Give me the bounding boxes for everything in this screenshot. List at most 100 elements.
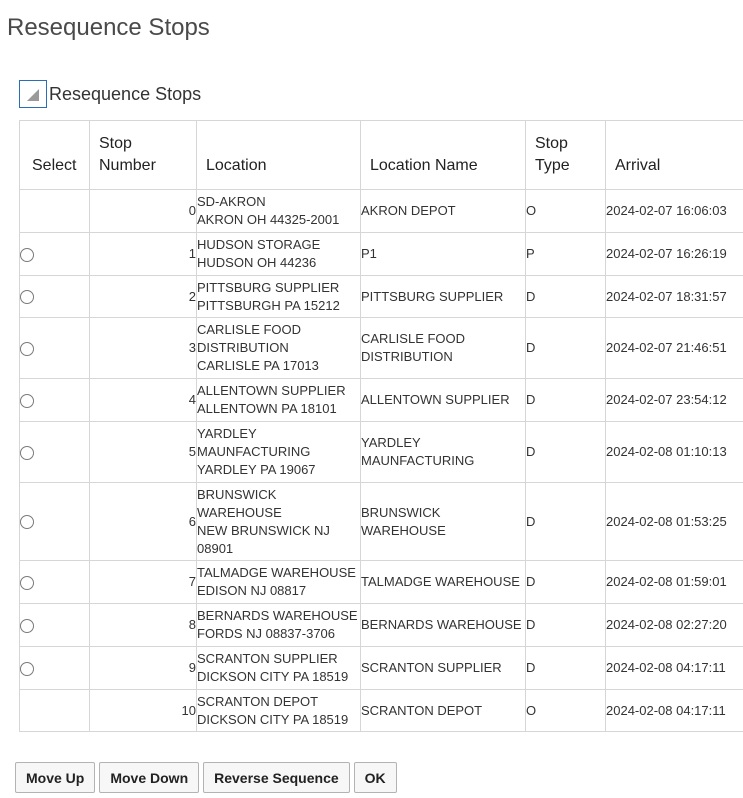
- move-up-button[interactable]: Move Up: [15, 762, 96, 793]
- table-row: 1 HUDSON STORAGE HUDSON OH 44236 P1 P 2024-02…: [19, 232, 743, 276]
- stop-type-cell: O: [525, 189, 606, 233]
- stop-select-radio[interactable]: [20, 618, 34, 633]
- stop-select-radio[interactable]: [20, 341, 34, 356]
- stop-type-cell: D: [525, 421, 606, 483]
- select-cell: [19, 378, 90, 422]
- location-name-cell: AKRON DEPOT: [360, 189, 526, 233]
- location-line: HUDSON OH 44236: [197, 255, 317, 270]
- select-cell: [19, 189, 90, 233]
- location-name-cell: TALMADGE WAREHOUSE: [360, 560, 526, 604]
- header-stop-type: Stop Type: [525, 120, 606, 190]
- stop-select-radio[interactable]: [20, 393, 34, 408]
- table-row: 0 SD-AKRON AKRON OH 44325-2001 AKRON DEPOT O…: [19, 189, 743, 233]
- arrival-cell: 2024-02-07 23:54:12: [605, 378, 743, 422]
- stop-number-cell: 1: [89, 232, 197, 276]
- stop-number-cell: 4: [89, 378, 197, 422]
- stop-select-radio[interactable]: [20, 247, 34, 262]
- location-line: NEW BRUNSWICK NJ: [197, 522, 330, 538]
- location-line: TALMADGE WAREHOUSE: [197, 565, 356, 580]
- location-cell: HUDSON STORAGE HUDSON OH 44236: [196, 232, 361, 276]
- location-cell: BERNARDS WAREHOUSE FORDS NJ 08837-3706: [196, 603, 361, 647]
- table-row: 6 BRUNSWICK WAREHOUSE NEW BRUNSWICK NJ 08901…: [19, 482, 743, 561]
- header-arrival: Arrival: [605, 120, 743, 190]
- stop-type-cell: P: [525, 232, 606, 276]
- location-cell: TALMADGE WAREHOUSE EDISON NJ 08817: [196, 560, 361, 604]
- header-stop-number: Stop Number: [89, 120, 197, 190]
- reverse-sequence-button[interactable]: Reverse Sequence: [203, 762, 350, 793]
- location-name-cell: BRUNSWICK WAREHOUSE: [360, 482, 526, 561]
- table-header-row: Select Stop Number Location Location Nam…: [19, 120, 743, 190]
- stop-number-cell: 7: [89, 560, 197, 604]
- stop-select-radio[interactable]: [20, 661, 34, 676]
- location-cell: YARDLEY MAUNFACTURING YARDLEY PA 19067: [196, 421, 361, 483]
- arrival-cell: 2024-02-08 04:17:11: [605, 646, 743, 690]
- location-line: SD-AKRON: [197, 194, 266, 209]
- location-line: YARDLEY: [197, 426, 257, 441]
- location-line: PITTSBURGH PA 15212: [197, 297, 340, 313]
- stop-type-cell: O: [525, 689, 606, 732]
- select-cell: [19, 232, 90, 276]
- move-down-button[interactable]: Move Down: [99, 762, 200, 793]
- stop-number-cell: 0: [89, 189, 197, 233]
- stop-number-cell: 5: [89, 421, 197, 483]
- location-line: AKRON OH 44325-2001: [197, 212, 340, 227]
- stop-number-cell: 6: [89, 482, 197, 561]
- table-row: 3 CARLISLE FOOD DISTRIBUTION CARLISLE PA 17…: [19, 317, 743, 379]
- region-title: Resequence Stops: [49, 83, 202, 104]
- stop-type-cell: D: [525, 646, 606, 690]
- location-line: BERNARDS WAREHOUSE: [197, 608, 358, 623]
- stop-select-radio[interactable]: [20, 445, 34, 460]
- select-cell: [19, 275, 90, 318]
- select-cell: [19, 689, 90, 732]
- select-cell: [19, 421, 90, 483]
- location-line: MAUNFACTURING: [197, 444, 311, 459]
- location-line: DICKSON CITY PA 18519: [197, 669, 349, 684]
- select-cell: [19, 560, 90, 604]
- table-row: 4 ALLENTOWN SUPPLIER ALLENTOWN PA 18101 ALL…: [19, 378, 743, 422]
- arrival-cell: 2024-02-07 18:31:57: [605, 275, 743, 318]
- location-cell: SCRANTON DEPOT DICKSON CITY PA 18519: [196, 689, 361, 732]
- arrival-cell: 2024-02-08 02:27:20: [605, 603, 743, 647]
- header-location: Location: [196, 120, 361, 190]
- table-row: 5 YARDLEY MAUNFACTURING YARDLEY PA 19067 YAR…: [19, 421, 743, 483]
- stop-select-radio[interactable]: [20, 515, 34, 530]
- stop-select-radio[interactable]: [20, 575, 34, 590]
- location-line: DICKSON CITY PA 18519: [197, 711, 349, 727]
- stops-table: Select Stop Number Location Location Nam…: [19, 120, 743, 732]
- location-line: SCRANTON DEPOT: [197, 693, 319, 709]
- location-cell: SCRANTON SUPPLIER DICKSON CITY PA 18519: [196, 646, 361, 690]
- stop-type-cell: D: [525, 482, 606, 561]
- location-cell: ALLENTOWN SUPPLIER ALLENTOWN PA 18101: [196, 378, 361, 422]
- location-line: YARDLEY PA 19067: [197, 462, 316, 477]
- location-line: CARLISLE FOOD: [197, 322, 302, 337]
- table-row: 10 SCRANTON DEPOT DICKSON CITY PA 18519 SCR…: [19, 689, 743, 732]
- location-name-cell: P1: [360, 232, 526, 276]
- page-title: Resequence Stops: [7, 14, 210, 41]
- select-cell: [19, 482, 90, 561]
- table-row: 9 SCRANTON SUPPLIER DICKSON CITY PA 18519 S…: [19, 646, 743, 690]
- location-line: FORDS NJ 08837-3706: [197, 626, 336, 641]
- header-location-name: Location Name: [360, 120, 526, 190]
- select-cell: [19, 646, 90, 690]
- ok-button[interactable]: OK: [353, 762, 397, 793]
- arrival-cell: 2024-02-08 04:17:11: [605, 689, 743, 732]
- location-line: DISTRIBUTION: [197, 340, 289, 355]
- stop-type-cell: D: [525, 378, 606, 422]
- location-line: BRUNSWICK: [197, 486, 277, 502]
- select-cell: [19, 603, 90, 647]
- location-line: CARLISLE PA 17013: [197, 358, 319, 373]
- location-name-cell: SCRANTON SUPPLIER: [360, 646, 526, 690]
- stop-number-cell: 2: [89, 275, 197, 318]
- stops-table-body: 0 SD-AKRON AKRON OH 44325-2001 AKRON DEPOT O…: [19, 189, 743, 732]
- location-name-cell: ALLENTOWN SUPPLIER: [360, 378, 526, 422]
- header-select: Select: [19, 120, 90, 190]
- stop-select-radio[interactable]: [20, 290, 34, 305]
- location-cell: SD-AKRON AKRON OH 44325-2001: [196, 189, 361, 233]
- region-collapse-toggle[interactable]: [19, 80, 47, 108]
- table-row: 2 PITTSBURG SUPPLIER PITTSBURGH PA 15212 PI…: [19, 275, 743, 318]
- location-line: ALLENTOWN PA 18101: [197, 401, 337, 416]
- location-name-cell: PITTSBURG SUPPLIER: [360, 275, 526, 318]
- location-cell: CARLISLE FOOD DISTRIBUTION CARLISLE PA 170…: [196, 317, 361, 379]
- arrival-cell: 2024-02-07 21:46:51: [605, 317, 743, 379]
- location-line: SCRANTON SUPPLIER: [197, 651, 338, 666]
